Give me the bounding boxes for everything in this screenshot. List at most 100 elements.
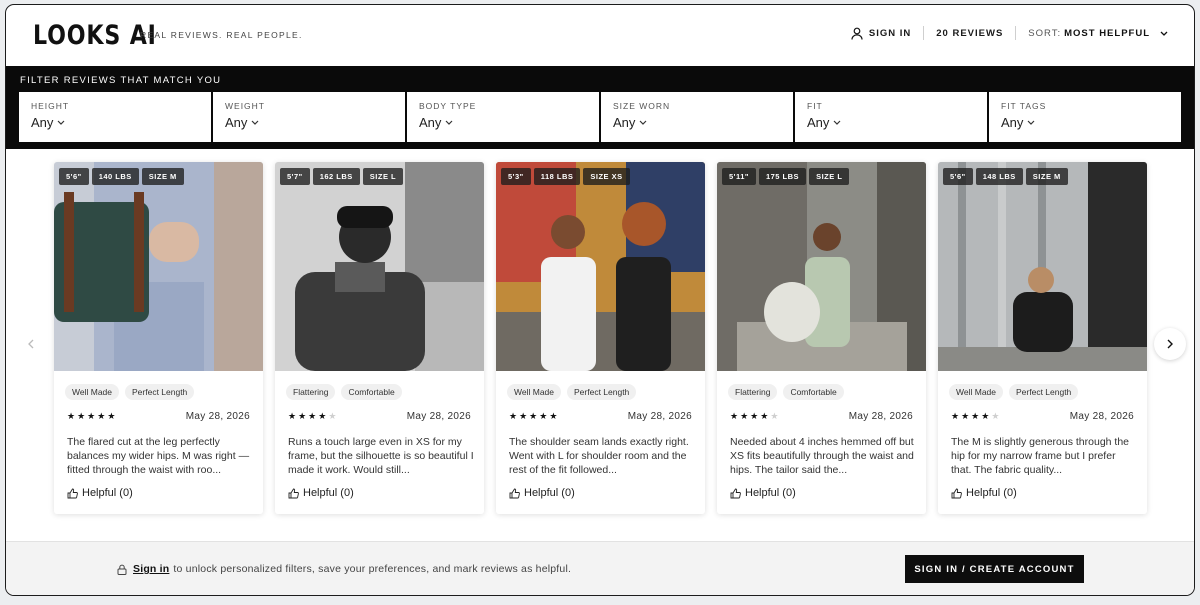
chevron-down-icon <box>833 120 841 125</box>
helpful-button[interactable]: Helpful (0) <box>67 487 133 499</box>
review-card: 5'7" 162 LBS SIZE L Flattering Comfortab… <box>275 162 484 514</box>
star-icon: ★ <box>288 411 297 421</box>
helpful-label: Helpful (0) <box>303 487 354 499</box>
divider <box>1015 26 1017 40</box>
weight-badge: 148 LBS <box>975 168 1023 185</box>
filter-height[interactable]: HEIGHT Any <box>19 92 211 142</box>
star-rating: ★ ★ ★ ★ ★ <box>288 412 336 421</box>
review-text: The flared cut at the leg perfectly bala… <box>67 436 250 476</box>
header: LOOKS AI REAL REVIEWS. REAL PEOPLE. SIGN… <box>6 5 1194 66</box>
review-card: 5'6" 148 LBS SIZE M Well Made Perfect Le… <box>938 162 1147 514</box>
fit-tag: Perfect Length <box>567 384 637 400</box>
filter-value: Any <box>1001 115 1024 130</box>
filter-fit-tags[interactable]: FIT TAGS Any <box>989 92 1181 142</box>
star-icon: ★ <box>87 411 96 421</box>
height-badge: 5'6" <box>59 168 89 185</box>
chevron-down-icon <box>251 120 259 125</box>
filter-value: Any <box>225 115 248 130</box>
fit-tag: Well Made <box>507 384 561 400</box>
star-icon: ★ <box>298 411 307 421</box>
height-badge: 5'7" <box>280 168 310 185</box>
review-card: 5'11" 175 LBS SIZE L Flattering Comforta… <box>717 162 926 514</box>
filter-value: Any <box>807 115 830 130</box>
thumbs-up-icon <box>730 488 741 498</box>
filter-label: FIT <box>807 101 823 111</box>
helpful-button[interactable]: Helpful (0) <box>509 487 575 499</box>
review-date: May 28, 2026 <box>627 411 692 422</box>
size-badge: SIZE XS <box>583 168 630 185</box>
sign-in-create-account-button[interactable]: SIGN IN / CREATE ACCOUNT <box>905 555 1084 583</box>
star-icon: ★ <box>509 411 518 421</box>
filter-body-type[interactable]: BODY TYPE Any <box>407 92 599 142</box>
carousel-next-button[interactable] <box>1154 328 1186 360</box>
star-icon: ★ <box>961 411 970 421</box>
helpful-button[interactable]: Helpful (0) <box>730 487 796 499</box>
sort-dropdown[interactable]: SORT: MOST HELPFUL <box>1028 28 1168 39</box>
thumbs-up-icon <box>67 488 78 498</box>
helpful-label: Helpful (0) <box>745 487 796 499</box>
chevron-down-icon <box>1160 31 1168 36</box>
weight-badge: 118 LBS <box>533 168 581 185</box>
footer-message: to unlock personalized filters, save you… <box>173 563 572 575</box>
star-icon: ★ <box>991 411 1000 421</box>
divider <box>923 26 925 40</box>
header-sign-in-button[interactable]: SIGN IN <box>851 27 911 40</box>
carousel-prev-button[interactable] <box>15 328 47 360</box>
review-photo[interactable]: 5'11" 175 LBS SIZE L <box>717 162 926 371</box>
filter-label: BODY TYPE <box>419 101 477 111</box>
review-photo[interactable]: 5'6" 140 LBS SIZE M <box>54 162 263 371</box>
star-rating: ★ ★ ★ ★ ★ <box>67 412 115 421</box>
lock-icon <box>117 564 127 575</box>
star-icon: ★ <box>539 411 548 421</box>
filter-label: WEIGHT <box>225 101 265 111</box>
fit-tag: Perfect Length <box>1009 384 1079 400</box>
star-icon: ★ <box>730 411 739 421</box>
filter-label: HEIGHT <box>31 101 70 111</box>
review-photo[interactable]: 5'7" 162 LBS SIZE L <box>275 162 484 371</box>
helpful-button[interactable]: Helpful (0) <box>951 487 1017 499</box>
size-badge: SIZE L <box>362 168 404 185</box>
review-date: May 28, 2026 <box>185 411 250 422</box>
star-icon: ★ <box>97 411 106 421</box>
review-text: Runs a touch large even in XS for my fra… <box>288 436 474 476</box>
star-icon: ★ <box>529 411 538 421</box>
helpful-label: Helpful (0) <box>524 487 575 499</box>
star-icon: ★ <box>308 411 317 421</box>
filter-label: FIT TAGS <box>1001 101 1047 111</box>
thumbs-up-icon <box>509 488 520 498</box>
star-icon: ★ <box>740 411 749 421</box>
filter-weight[interactable]: WEIGHT Any <box>213 92 405 142</box>
fit-tag: Flattering <box>286 384 336 400</box>
height-badge: 5'3" <box>501 168 531 185</box>
star-icon: ★ <box>770 411 779 421</box>
chevron-down-icon <box>445 120 453 125</box>
fit-tag: Comfortable <box>783 384 844 400</box>
filter-value: Any <box>31 115 54 130</box>
footer-sign-in-link[interactable]: Sign in <box>133 563 169 575</box>
size-badge: SIZE L <box>809 168 850 185</box>
star-icon: ★ <box>951 411 960 421</box>
filter-size-worn[interactable]: SIZE WORN Any <box>601 92 793 142</box>
fit-tag: Comfortable <box>341 384 402 400</box>
filter-label: SIZE WORN <box>613 101 671 111</box>
height-badge: 5'11" <box>722 168 756 185</box>
review-card: 5'6" 140 LBS SIZE M Well Made Perfect Le… <box>54 162 263 514</box>
thumbs-up-icon <box>951 488 962 498</box>
star-icon: ★ <box>971 411 980 421</box>
height-badge: 5'6" <box>943 168 973 185</box>
review-text: The shoulder seam lands exactly right. W… <box>509 436 689 476</box>
review-photo[interactable]: 5'3" 118 LBS SIZE XS <box>496 162 705 371</box>
sign-in-label: SIGN IN <box>868 27 912 39</box>
review-date: May 28, 2026 <box>1069 411 1134 422</box>
filter-title: FILTER REVIEWS THAT MATCH YOU <box>20 75 222 86</box>
fit-tag: Well Made <box>65 384 119 400</box>
star-icon: ★ <box>318 411 327 421</box>
size-badge: SIZE M <box>1025 168 1068 185</box>
star-rating: ★ ★ ★ ★ ★ <box>730 412 778 421</box>
chevron-left-icon <box>28 339 34 349</box>
star-icon: ★ <box>549 411 558 421</box>
star-icon: ★ <box>750 411 759 421</box>
helpful-button[interactable]: Helpful (0) <box>288 487 354 499</box>
review-photo[interactable]: 5'6" 148 LBS SIZE M <box>938 162 1147 371</box>
filter-fit[interactable]: FIT Any <box>795 92 987 142</box>
